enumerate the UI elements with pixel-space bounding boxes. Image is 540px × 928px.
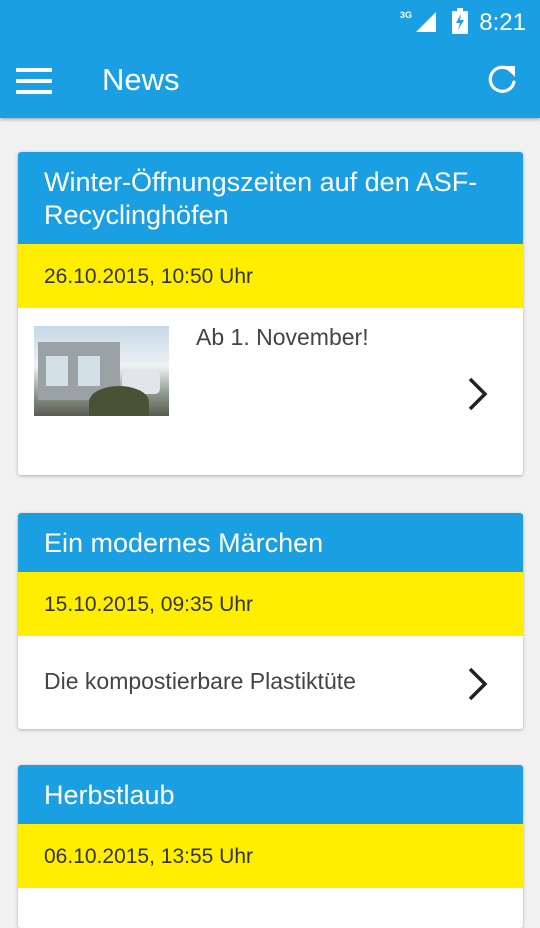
app-bar: News (0, 44, 540, 118)
news-body: Die kompostierbare Plastiktüte (18, 636, 523, 729)
signal-icon (416, 12, 436, 32)
news-title: Winter-Öffnungszeiten auf den ASF-Recycl… (18, 152, 523, 244)
chevron-right-icon[interactable] (467, 376, 489, 412)
page-title: News (102, 62, 180, 97)
news-card[interactable]: Herbstlaub 06.10.2015, 13:55 Uhr (18, 765, 523, 928)
network-type: 3G (399, 10, 412, 20)
news-card[interactable]: Ein modernes Märchen 15.10.2015, 09:35 U… (18, 513, 523, 729)
news-summary: Die kompostierbare Plastiktüte (44, 668, 356, 694)
news-title: Ein modernes Märchen (18, 513, 523, 572)
battery-icon (452, 8, 468, 34)
menu-icon[interactable] (16, 68, 52, 96)
news-title: Herbstlaub (18, 765, 523, 824)
news-summary: Ab 1. November! (196, 324, 369, 350)
news-date: 06.10.2015, 13:55 Uhr (18, 824, 523, 888)
news-body: Ab 1. November! (18, 308, 523, 475)
news-body (18, 888, 523, 928)
clock: 8:21 (479, 9, 526, 36)
news-thumbnail (34, 326, 169, 416)
status-bar: 3G 8:21 (0, 0, 540, 44)
news-date: 26.10.2015, 10:50 Uhr (18, 244, 523, 308)
chevron-right-icon[interactable] (467, 666, 489, 702)
news-date: 15.10.2015, 09:35 Uhr (18, 572, 523, 636)
news-card[interactable]: Winter-Öffnungszeiten auf den ASF-Recycl… (18, 152, 523, 475)
refresh-icon[interactable] (484, 62, 520, 98)
